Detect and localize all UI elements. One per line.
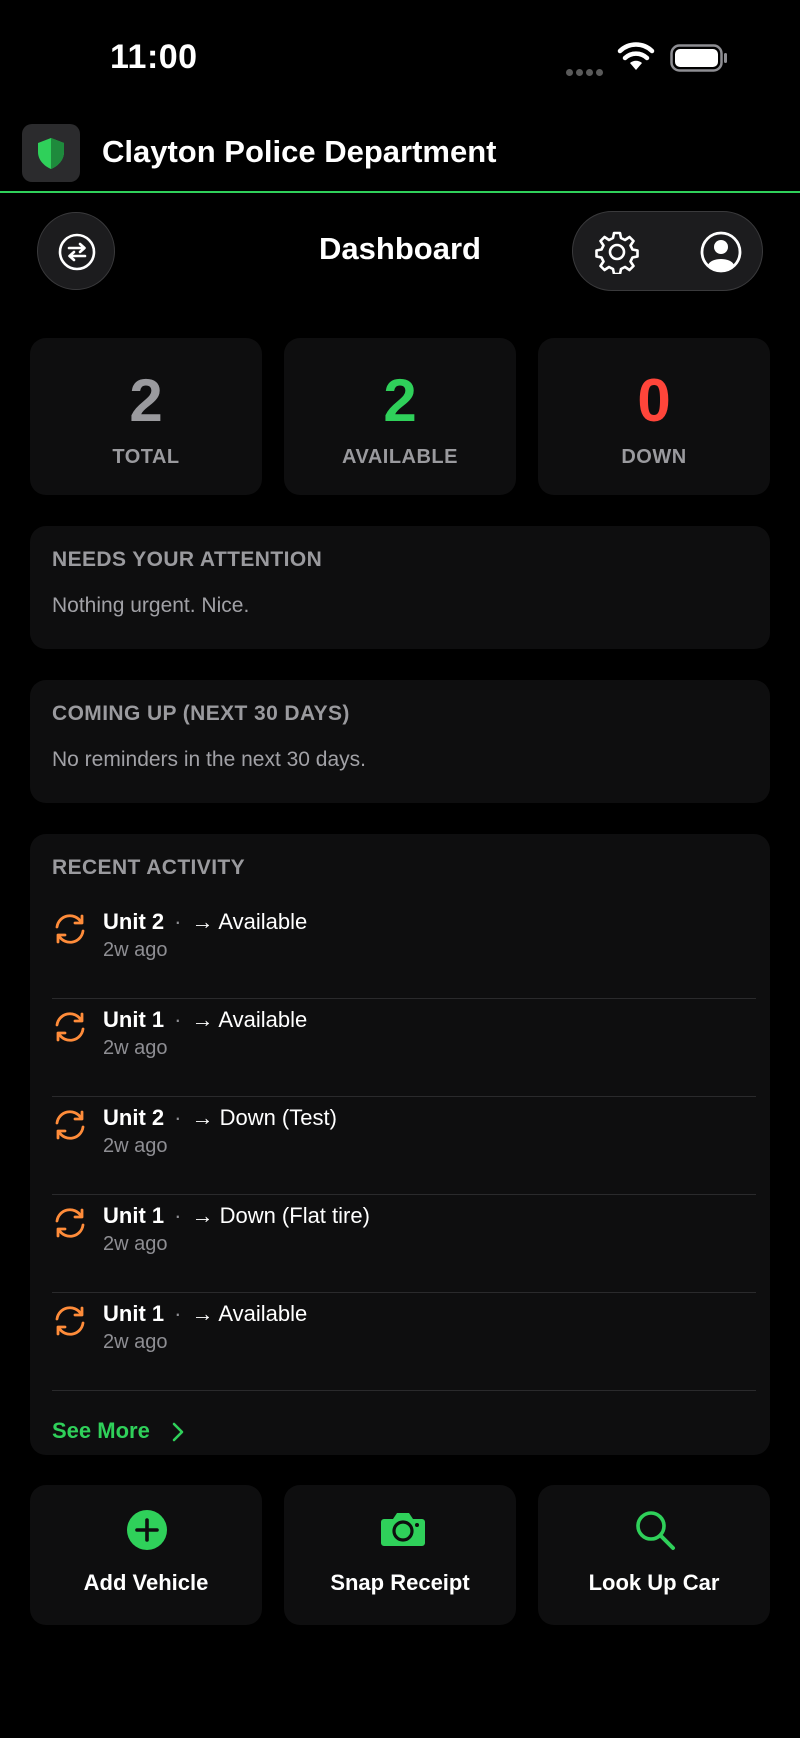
activity-row[interactable]: Unit 1 · → Down (Flat tire) 2w ago — [52, 1194, 756, 1293]
stat-value-total: 2 — [129, 367, 163, 434]
sync-icon — [55, 1306, 85, 1336]
add-vehicle-button[interactable]: Add Vehicle — [30, 1485, 262, 1625]
stat-value-down: 0 — [637, 367, 671, 434]
activity-unit: Unit 1 — [103, 1007, 165, 1032]
sync-icon — [55, 1208, 85, 1238]
stat-value-available: 2 — [383, 367, 417, 434]
activity-unit: Unit 2 — [103, 909, 165, 934]
activity-time: 2w ago — [103, 1331, 168, 1353]
camera-icon — [381, 1513, 425, 1546]
activity-unit: Unit 2 — [103, 1105, 165, 1130]
snap-receipt-button[interactable]: Snap Receipt — [284, 1485, 516, 1625]
activity-row[interactable]: Unit 1 · → Available 2w ago — [52, 998, 756, 1097]
battery-icon — [670, 44, 727, 72]
activity-text: Unit 1 · → Down (Flat tire) — [103, 1203, 370, 1229]
sync-icon — [55, 1012, 85, 1042]
recent-activity-card: RECENT ACTIVITY Unit 2 · → Available 2w ag… — [30, 834, 770, 1455]
status-time: 11:00 — [110, 38, 198, 76]
see-more-link[interactable]: See More — [52, 1418, 150, 1444]
activity-status: → Available — [191, 909, 308, 934]
org-name: Clayton Police Department — [102, 134, 497, 169]
attention-title: NEEDS YOUR ATTENTION — [52, 548, 323, 571]
activity-status: → Down (Flat tire) — [191, 1203, 370, 1228]
add-vehicle-label: Add Vehicle — [83, 1570, 209, 1595]
activity-time: 2w ago — [103, 1233, 168, 1255]
shield-icon — [38, 138, 64, 169]
activity-text: Unit 1 · → Available — [103, 1007, 307, 1033]
nav-bar: Dashboard — [0, 193, 800, 313]
gear-icon[interactable] — [595, 230, 639, 274]
stat-card-down[interactable]: 0 DOWN — [538, 338, 770, 495]
separator-dot: · — [174, 1301, 182, 1326]
stat-card-available[interactable]: 2 AVAILABLE — [284, 338, 516, 495]
snap-receipt-label: Snap Receipt — [330, 1570, 470, 1595]
plus-circle-icon — [127, 1510, 167, 1550]
wifi-icon — [617, 42, 655, 70]
sync-icon — [55, 1110, 85, 1140]
chevron-right-icon[interactable] — [170, 1421, 186, 1443]
activity-status: → Down (Test) — [191, 1105, 337, 1130]
stat-label-down: DOWN — [621, 446, 687, 468]
activity-unit: Unit 1 — [103, 1301, 165, 1326]
activity-row[interactable]: Unit 1 · → Available 2w ago — [52, 1292, 756, 1391]
activity-text: Unit 2 · → Available — [103, 909, 307, 935]
look-up-car-label: Look Up Car — [588, 1570, 720, 1595]
nav-actions-pill — [572, 211, 763, 291]
upcoming-title: COMING UP (NEXT 30 DAYS) — [52, 702, 350, 725]
org-logo — [22, 124, 80, 182]
stat-label-available: AVAILABLE — [342, 446, 458, 468]
activity-row[interactable]: Unit 2 · → Available 2w ago — [52, 900, 756, 999]
activity-status: → Available — [191, 1301, 308, 1326]
search-icon — [636, 1511, 675, 1550]
separator-dot: · — [174, 1007, 182, 1032]
activity-text: Unit 2 · → Down (Test) — [103, 1105, 337, 1131]
activity-status: → Available — [191, 1007, 308, 1032]
upcoming-body: No reminders in the next 30 days. — [52, 748, 366, 771]
stat-card-total[interactable]: 2 TOTAL — [30, 338, 262, 495]
separator-dot: · — [174, 909, 182, 934]
activity-time: 2w ago — [103, 1135, 168, 1157]
activity-text: Unit 1 · → Available — [103, 1301, 307, 1327]
status-bar: 11:00 — [0, 0, 800, 110]
org-header: Clayton Police Department — [0, 115, 800, 193]
separator-dot: · — [174, 1105, 182, 1130]
stat-label-total: TOTAL — [112, 446, 180, 468]
activity-time: 2w ago — [103, 939, 168, 961]
attention-card: NEEDS YOUR ATTENTION Nothing urgent. Nic… — [30, 526, 770, 649]
user-profile-icon[interactable] — [699, 230, 743, 274]
sync-icon — [55, 914, 85, 944]
attention-body: Nothing urgent. Nice. — [52, 594, 250, 617]
activity-title: RECENT ACTIVITY — [52, 856, 246, 879]
cellular-signal-icon — [566, 63, 606, 81]
activity-row[interactable]: Unit 2 · → Down (Test) 2w ago — [52, 1096, 756, 1195]
activity-unit: Unit 1 — [103, 1203, 165, 1228]
separator-dot: · — [174, 1203, 182, 1228]
look-up-car-button[interactable]: Look Up Car — [538, 1485, 770, 1625]
activity-time: 2w ago — [103, 1037, 168, 1059]
upcoming-card: COMING UP (NEXT 30 DAYS) No reminders in… — [30, 680, 770, 803]
